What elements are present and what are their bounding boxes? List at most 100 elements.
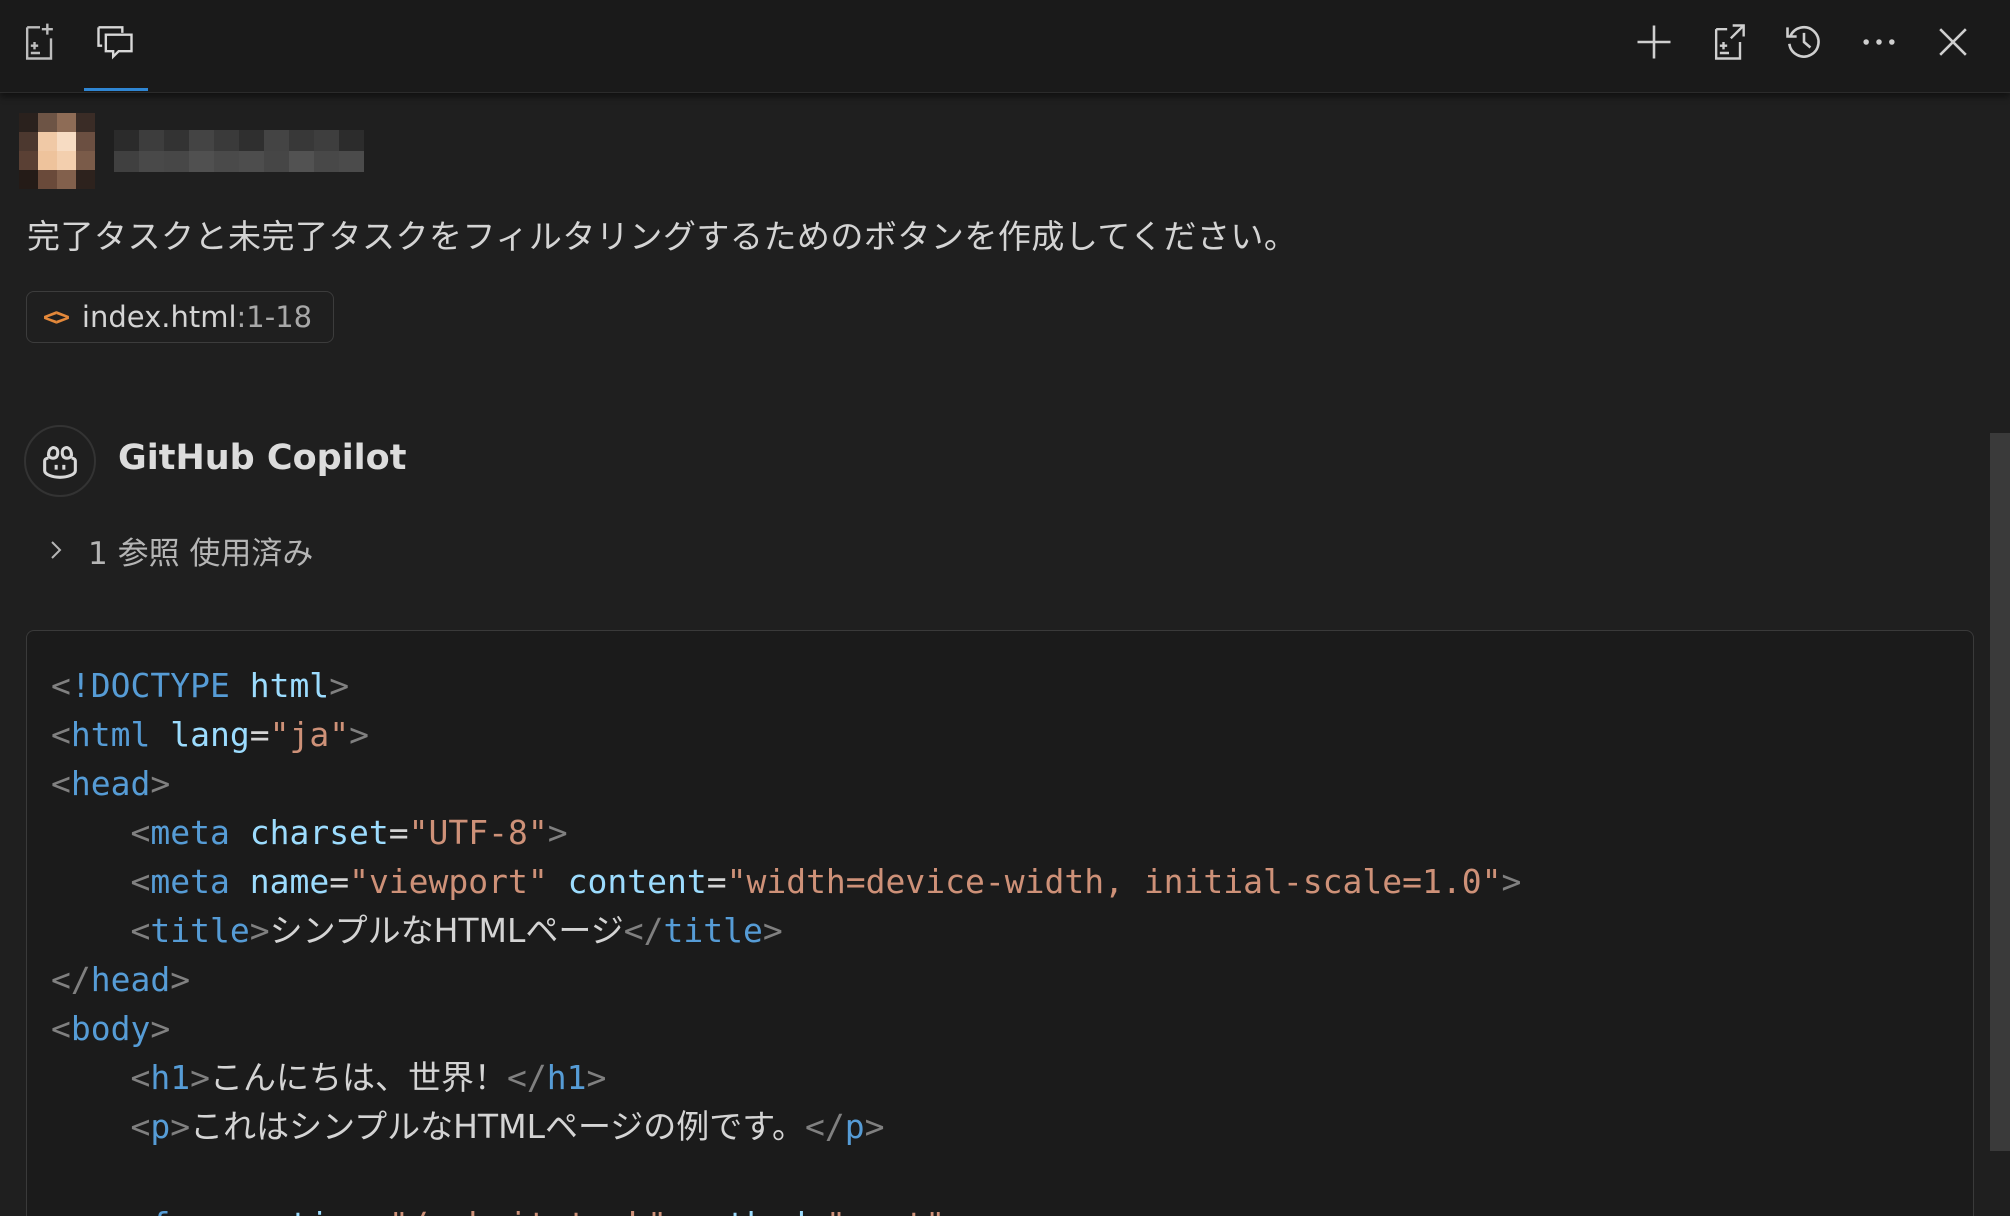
tab-chat[interactable] <box>87 14 143 70</box>
reference-range: :1-18 <box>236 300 313 334</box>
code-token: > <box>170 960 191 999</box>
code-token: body <box>70 1009 151 1048</box>
code-token: > <box>150 1009 171 1048</box>
code-token: meta <box>150 862 230 901</box>
code-token: > <box>586 1058 607 1097</box>
code-token: "width=device-width, initial-scale=1.0" <box>726 862 1502 901</box>
code-token: < <box>130 1107 151 1146</box>
new-chat-file-button[interactable] <box>12 14 68 70</box>
username: ████████ <box>114 130 364 172</box>
code-token: html <box>249 666 330 705</box>
scrollbar-thumb[interactable] <box>1990 433 2010 1151</box>
code-line: <html lang="ja"> <box>51 710 1521 759</box>
code-line: <body> <box>51 1004 1521 1053</box>
export-icon <box>1714 24 1745 60</box>
code-token: > <box>190 1058 210 1097</box>
code-line: <form action="/submit-task" method="post… <box>51 1200 1521 1216</box>
code-token: < <box>130 911 151 950</box>
code-token: これはシンプルなHTMLページの例です。 <box>190 1107 805 1146</box>
code-block[interactable]: <!DOCTYPE html> <html lang="ja"> <head> <m… <box>26 630 1974 1216</box>
code-token: > <box>349 715 369 754</box>
code-token: > <box>249 911 270 950</box>
code-token: content <box>567 862 707 901</box>
code-token: html <box>70 715 151 754</box>
code-token: = <box>369 1205 389 1216</box>
code-token: < <box>51 715 71 754</box>
close-button[interactable] <box>1925 14 1981 70</box>
code-brackets-icon: <> <box>43 303 70 331</box>
code-line: <meta charset="UTF-8"> <box>51 808 1521 857</box>
history-button[interactable] <box>1776 14 1832 70</box>
code-token: こんにちは、世界！ <box>209 1058 507 1097</box>
code-token: h1 <box>546 1058 587 1097</box>
code-token: head <box>70 764 151 803</box>
code-token: > <box>329 666 350 705</box>
code-line: <!DOCTYPE html> <box>51 661 1521 710</box>
code-token: < <box>130 1058 151 1097</box>
code-line: <h1>こんにちは、世界！</h1> <box>51 1053 1521 1102</box>
copilot-icon <box>43 446 77 479</box>
code-token: form <box>150 1205 229 1216</box>
code-token: > <box>945 1205 965 1216</box>
code-token: lang <box>170 715 250 754</box>
code-token: > <box>1501 862 1522 901</box>
code-token: "UTF-8" <box>408 813 548 852</box>
close-icon <box>1939 28 1967 56</box>
code-token: head <box>90 960 171 999</box>
code-token: </ <box>623 911 664 950</box>
more-actions-button[interactable] <box>1851 14 1907 70</box>
code-token: name <box>249 862 330 901</box>
code-token: シンプルなHTMLページ <box>269 911 624 950</box>
reference-file: index.html <box>81 300 237 334</box>
code-token: title <box>663 911 763 950</box>
code-token: "/submit-task" <box>389 1205 667 1216</box>
chat-toolbar <box>0 0 2010 93</box>
assistant-name: GitHub Copilot <box>118 438 407 478</box>
code-token: < <box>130 862 151 901</box>
code-token: = <box>249 715 270 754</box>
code-token: < <box>51 1009 71 1048</box>
code-token: < <box>51 666 71 705</box>
export-chat-button[interactable] <box>1701 14 1757 70</box>
chevron-right-icon <box>51 541 62 559</box>
new-chat-button[interactable] <box>1626 14 1682 70</box>
code-token: > <box>547 813 568 852</box>
plus-icon <box>1637 25 1671 59</box>
code-token: action <box>250 1205 369 1216</box>
code-line: </head> <box>51 955 1521 1004</box>
code-token: > <box>864 1107 885 1146</box>
code-token: title <box>150 911 250 950</box>
references-used-label: 1 参照 使用済み <box>88 535 314 572</box>
code-token: = <box>806 1205 826 1216</box>
code-token: "post" <box>826 1205 945 1216</box>
code-line: <title>シンプルなHTMLページ</title> <box>51 906 1521 955</box>
references-used-toggle[interactable]: 1 参照 使用済み <box>44 530 314 572</box>
more-icon <box>1863 39 1895 45</box>
user-message: 完了タスクと未完了タスクをフィルタリングするためのボタンを作成してください。 <box>27 217 1298 256</box>
code-token: charset <box>249 813 389 852</box>
chat-comment-icon <box>97 26 133 60</box>
code-token: </ <box>51 960 91 999</box>
code-token: </ <box>805 1107 845 1146</box>
code-token: = <box>329 862 350 901</box>
avatar <box>19 113 95 189</box>
code-token: = <box>706 862 727 901</box>
code-token: !DOCTYPE <box>70 666 230 705</box>
history-icon <box>1786 26 1820 58</box>
code-line <box>51 1151 1521 1200</box>
code-token: method <box>687 1205 806 1216</box>
copilot-avatar <box>24 425 96 497</box>
code-token: p <box>150 1107 171 1146</box>
code-token: "ja" <box>269 715 350 754</box>
file-reference-chip[interactable]: <> index.html:1-18 <box>26 291 334 343</box>
